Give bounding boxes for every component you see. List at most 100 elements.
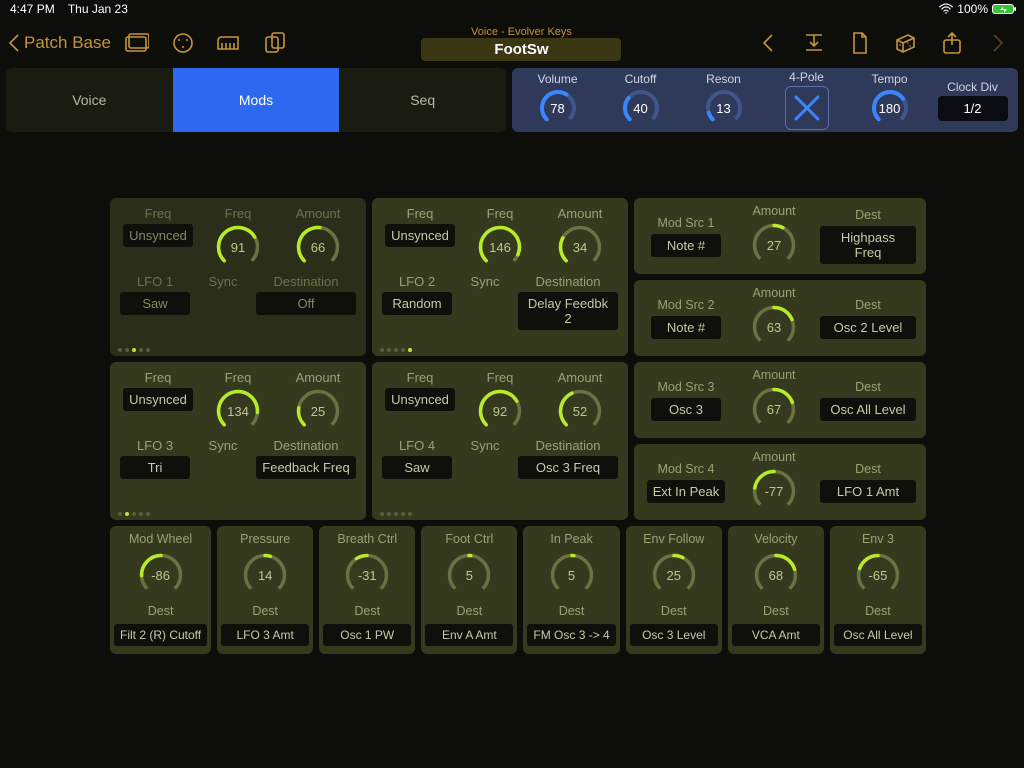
modsrc-row-3: Mod Src 3 Osc 3 Amount 67 Dest Osc All L… <box>634 362 926 438</box>
page-tabs: Voice Mods Seq <box>6 68 506 132</box>
wifi-icon <box>939 3 953 15</box>
lfo-panel-1: Freq Unsynced Freq 91 Amount 66 LFO 1 Sa… <box>110 198 366 356</box>
nav-bar: Patch Base Voice - Evolver Keys FootSw <box>0 18 1024 68</box>
tab-voice[interactable]: Voice <box>6 68 173 132</box>
ctrl4-dest[interactable]: FM Osc 3 -> 4 <box>527 624 615 646</box>
modsrc-row-2: Mod Src 2 Note # Amount 63 Dest Osc 2 Le… <box>634 280 926 356</box>
ctrl5-dest[interactable]: Osc 3 Level <box>630 624 718 646</box>
modsrc-row-1: Mod Src 1 Note # Amount 27 Dest Highpass… <box>634 198 926 274</box>
dial-icon[interactable] <box>163 23 203 63</box>
volume-label: Volume <box>537 72 577 86</box>
ctrl1-dest[interactable]: LFO 3 Amt <box>221 624 309 646</box>
lfo3-sync[interactable] <box>198 456 248 490</box>
title-block[interactable]: Voice - Evolver Keys FootSw <box>421 26 621 61</box>
lfo2-freq-knob[interactable]: 146 <box>477 224 523 270</box>
lfo3-freqmode[interactable]: Unsynced <box>123 388 193 411</box>
pole-toggle[interactable] <box>785 86 829 130</box>
modsrc-row-4: Mod Src 4 Ext In Peak Amount -77 Dest LF… <box>634 444 926 520</box>
lfo1-page-dots[interactable] <box>118 348 150 352</box>
modsrc2-dest[interactable]: Osc 2 Level <box>820 316 916 339</box>
tempo-label: Tempo <box>871 72 907 86</box>
lfo1-wave[interactable]: Saw <box>120 292 190 315</box>
ctrl3-knob[interactable]: 5 <box>446 552 492 598</box>
modsrc4-src[interactable]: Ext In Peak <box>647 480 725 503</box>
tempo-knob[interactable]: 180 <box>870 88 910 128</box>
lfo3-page-dots[interactable] <box>118 512 150 516</box>
back-button[interactable]: Patch Base <box>6 32 111 54</box>
new-file-icon[interactable] <box>840 23 880 63</box>
lfo4-page-dots[interactable] <box>380 512 412 516</box>
ctrl5-knob[interactable]: 25 <box>651 552 697 598</box>
lfo1-freqmode[interactable]: Unsynced <box>123 224 193 247</box>
prev-icon[interactable] <box>748 23 788 63</box>
modsrc3-amount-knob[interactable]: 67 <box>751 386 797 432</box>
clockdiv-button[interactable]: 1/2 <box>938 96 1008 121</box>
modsrc1-dest[interactable]: Highpass Freq <box>820 226 916 264</box>
patch-name[interactable]: FootSw <box>421 38 621 61</box>
lfo2-page-dots[interactable] <box>380 348 412 352</box>
lfo1-freq-knob[interactable]: 91 <box>215 224 261 270</box>
lfo3-dest[interactable]: Feedback Freq <box>256 456 356 479</box>
lfo1-dest[interactable]: Off <box>256 292 356 315</box>
volume-knob[interactable]: 78 <box>538 88 578 128</box>
lfo3-freq-knob[interactable]: 134 <box>215 388 261 434</box>
ctrl7-dest[interactable]: Osc All Level <box>834 624 922 646</box>
ctrl-4: In Peak 5 Dest FM Osc 3 -> 4 <box>523 526 619 654</box>
reson-knob[interactable]: 13 <box>704 88 744 128</box>
lfo2-amount-knob[interactable]: 34 <box>557 224 603 270</box>
ctrl2-knob[interactable]: -31 <box>344 552 390 598</box>
status-time: 4:47 PM <box>10 2 55 16</box>
lfo4-dest[interactable]: Osc 3 Freq <box>518 456 618 479</box>
lfo1-amount-knob[interactable]: 66 <box>295 224 341 270</box>
lfo2-dest[interactable]: Delay Feedbk 2 <box>518 292 618 330</box>
modsrc3-src[interactable]: Osc 3 <box>651 398 721 421</box>
dice-icon[interactable] <box>886 23 926 63</box>
lfo-panel-2: Freq Unsynced Freq 146 Amount 34 LFO 2 R… <box>372 198 628 356</box>
lfo-panel-4: Freq Unsynced Freq 92 Amount 52 LFO 4 Sa… <box>372 362 628 520</box>
lfo2-freqmode[interactable]: Unsynced <box>385 224 455 247</box>
lfo4-sync[interactable] <box>460 456 510 490</box>
lfo1-sync[interactable] <box>198 292 248 326</box>
ctrl6-knob[interactable]: 68 <box>753 552 799 598</box>
tab-mods[interactable]: Mods <box>173 68 340 132</box>
lfo2-wave[interactable]: Random <box>382 292 452 315</box>
lfo4-freqmode[interactable]: Unsynced <box>385 388 455 411</box>
lfo4-freq-knob[interactable]: 92 <box>477 388 523 434</box>
modsrc3-dest[interactable]: Osc All Level <box>820 398 916 421</box>
controller-strip: Mod Wheel -86 Dest Filt 2 (R) Cutoff Pre… <box>110 526 926 654</box>
lfo3-amount-knob[interactable]: 25 <box>295 388 341 434</box>
cutoff-knob[interactable]: 40 <box>621 88 661 128</box>
download-icon[interactable] <box>794 23 834 63</box>
ctrl-5: Env Follow 25 Dest Osc 3 Level <box>626 526 722 654</box>
modsrc1-amount-knob[interactable]: 27 <box>751 222 797 268</box>
globals-panel: Volume 78 Cutoff 40 Reson 13 4-Pole Temp… <box>512 68 1018 132</box>
next-icon[interactable] <box>978 23 1018 63</box>
pole-label: 4-Pole <box>789 70 824 84</box>
lfo4-amount-knob[interactable]: 52 <box>557 388 603 434</box>
modsrc2-amount-knob[interactable]: 63 <box>751 304 797 350</box>
modsrc4-amount-knob[interactable]: -77 <box>751 468 797 514</box>
ctrl3-dest[interactable]: Env A Amt <box>425 624 513 646</box>
share-icon[interactable] <box>932 23 972 63</box>
ctrl0-dest[interactable]: Filt 2 (R) Cutoff <box>114 624 207 646</box>
piano-icon[interactable] <box>209 23 249 63</box>
modsrc1-src[interactable]: Note # <box>651 234 721 257</box>
ctrl6-dest[interactable]: VCA Amt <box>732 624 820 646</box>
folder-icon[interactable] <box>117 23 157 63</box>
ctrl2-dest[interactable]: Osc 1 PW <box>323 624 411 646</box>
modsrc2-src[interactable]: Note # <box>651 316 721 339</box>
ctrl0-knob[interactable]: -86 <box>138 552 184 598</box>
lfo3-wave[interactable]: Tri <box>120 456 190 479</box>
ctrl4-knob[interactable]: 5 <box>549 552 595 598</box>
chevron-left-icon <box>6 32 22 54</box>
clockdiv-label: Clock Div <box>947 80 998 94</box>
tab-seq[interactable]: Seq <box>339 68 506 132</box>
ctrl7-knob[interactable]: -65 <box>855 552 901 598</box>
ctrl1-knob[interactable]: 14 <box>242 552 288 598</box>
lfo2-sync[interactable] <box>460 292 510 326</box>
copy-icon[interactable] <box>255 23 295 63</box>
lfo4-wave[interactable]: Saw <box>382 456 452 479</box>
modsrc4-dest[interactable]: LFO 1 Amt <box>820 480 916 503</box>
ctrl-3: Foot Ctrl 5 Dest Env A Amt <box>421 526 517 654</box>
ctrl-0: Mod Wheel -86 Dest Filt 2 (R) Cutoff <box>110 526 211 654</box>
